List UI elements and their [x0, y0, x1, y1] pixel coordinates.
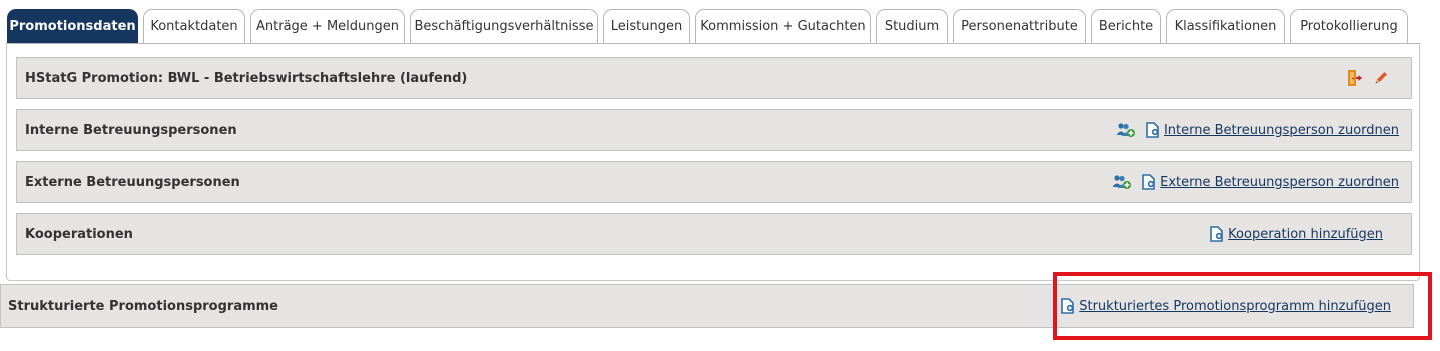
internal-supervisors-title: Interne Betreuungspersonen — [25, 122, 237, 138]
tab-studium[interactable]: Studium — [876, 9, 948, 44]
assign-internal-supervisor-link[interactable]: Interne Betreuungsperson zuordnen — [1146, 122, 1399, 138]
tab-bar: Promotionsdaten Kontaktdaten Anträge + M… — [0, 0, 1440, 44]
tab-kontaktdaten[interactable]: Kontaktdaten — [143, 9, 245, 44]
add-document-icon — [1146, 122, 1160, 138]
assign-internal-supervisor-label: Interne Betreuungsperson zuordnen — [1163, 122, 1399, 138]
add-cooperation-link[interactable]: Kooperation hinzufügen — [1210, 226, 1383, 242]
promotion-header: HStatG Promotion: BWL - Betriebswirtscha… — [16, 57, 1412, 99]
assign-external-supervisor-label: Externe Betreuungsperson zuordnen — [1160, 174, 1399, 190]
add-document-icon — [1210, 226, 1224, 242]
pencil-icon[interactable] — [1373, 70, 1389, 86]
add-person-icon[interactable] — [1116, 122, 1136, 138]
tab-antraege-meldungen[interactable]: Anträge + Meldungen — [250, 9, 405, 44]
cooperations-title: Kooperationen — [25, 226, 133, 242]
tab-beschaeftigungsverhaeltnisse[interactable]: Beschäftigungsverhältnisse — [410, 9, 598, 44]
assign-external-supervisor-link[interactable]: Externe Betreuungsperson zuordnen — [1142, 174, 1399, 190]
internal-supervisors-section: Interne Betreuungspersonen Interne Betre… — [16, 109, 1412, 151]
structured-programmes-section: Strukturierte Promotionsprogramme Strukt… — [0, 284, 1414, 328]
tab-leistungen[interactable]: Leistungen — [603, 9, 690, 44]
tab-klassifikationen[interactable]: Klassifikationen — [1166, 9, 1285, 44]
tab-promotionsdaten[interactable]: Promotionsdaten — [7, 9, 138, 44]
tab-protokollierung[interactable]: Protokollierung — [1290, 9, 1408, 44]
add-cooperation-label: Kooperation hinzufügen — [1228, 226, 1383, 242]
tab-berichte[interactable]: Berichte — [1091, 9, 1161, 44]
cooperations-section: Kooperationen Kooperation hinzufügen — [16, 213, 1412, 255]
add-structured-programme-label: Strukturiertes Promotionsprogramm hinzuf… — [1079, 298, 1391, 314]
tab-personenattribute[interactable]: Personenattribute — [953, 9, 1086, 44]
exit-door-icon[interactable] — [1347, 69, 1363, 87]
tab-kommission-gutachten[interactable]: Kommission + Gutachten — [695, 9, 871, 44]
add-document-icon — [1061, 298, 1075, 314]
add-document-icon — [1142, 174, 1156, 190]
add-structured-programme-link[interactable]: Strukturiertes Promotionsprogramm hinzuf… — [1061, 298, 1391, 314]
external-supervisors-section: Externe Betreuungspersonen Externe Betre… — [16, 161, 1412, 203]
structured-programmes-title: Strukturierte Promotionsprogramme — [8, 298, 278, 314]
external-supervisors-title: Externe Betreuungspersonen — [25, 174, 240, 190]
promotion-title: HStatG Promotion: BWL - Betriebswirtscha… — [25, 70, 468, 86]
add-person-icon[interactable] — [1112, 174, 1132, 190]
